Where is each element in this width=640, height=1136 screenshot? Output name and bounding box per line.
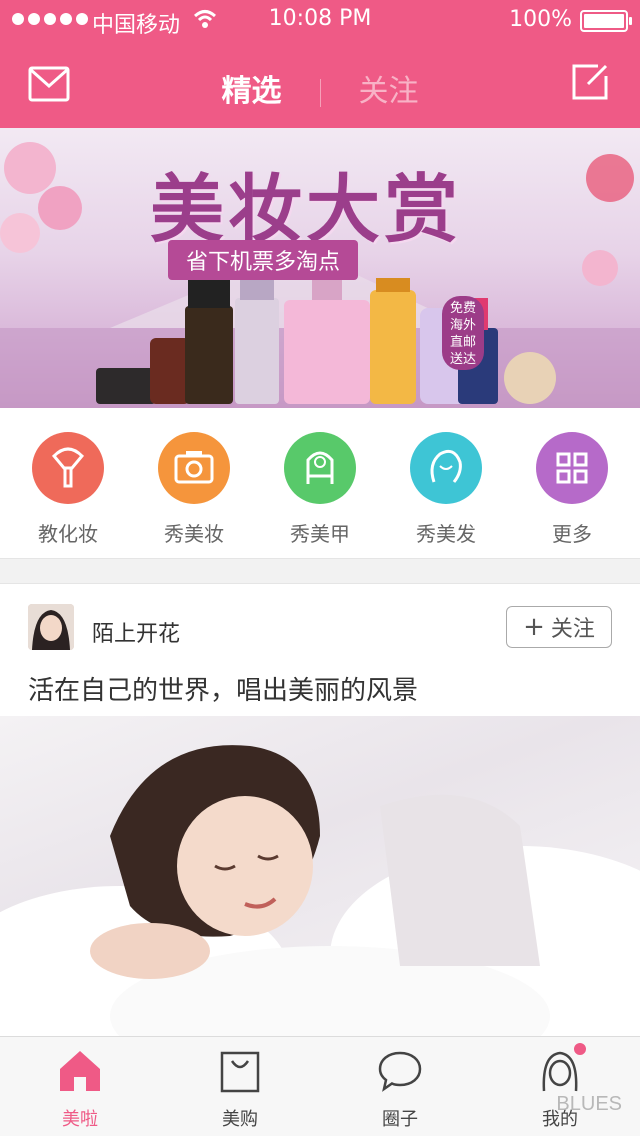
category-label: 秀美甲 [290, 522, 350, 546]
banner-badge: 免费海外直邮送达 [442, 296, 484, 370]
profile-icon [536, 1041, 588, 1095]
category-label: 秀美妆 [164, 522, 224, 546]
tab-following[interactable]: 关注 [329, 66, 449, 110]
feed-post: 陌上开花 + 关注 活在自己的世界，唱出美丽的风景 [0, 584, 640, 1038]
tab-circle[interactable]: 圈子 [320, 1047, 480, 1131]
compose-icon[interactable] [570, 62, 610, 102]
plus-icon: + [523, 612, 545, 642]
nail-icon [284, 432, 356, 504]
header-tabs: 精选 关注 [0, 66, 640, 110]
promo-banner[interactable]: 美妆大赏 省下机票多淘点 免费海外直邮送达 [0, 128, 640, 408]
home-icon [56, 1047, 104, 1095]
post-caption: 活在自己的世界，唱出美丽的风景 [28, 676, 419, 706]
status-bar: 中国移动 10:08 PM 100% [0, 0, 640, 40]
tab-profile[interactable]: 我的 [480, 1041, 640, 1131]
hair-icon [410, 432, 482, 504]
post-photo-image [0, 745, 640, 1038]
follow-button[interactable]: + 关注 [506, 606, 612, 648]
chat-bubble-icon [376, 1047, 424, 1095]
battery-percentage: 100% [509, 7, 572, 32]
tab-label: 美啦 [62, 1109, 98, 1130]
shopping-bag-icon [216, 1047, 264, 1095]
notification-dot [572, 1041, 588, 1057]
avatar[interactable] [28, 604, 74, 650]
category-show-hair[interactable]: 秀美发 [386, 432, 506, 547]
tab-shop[interactable]: 美购 [160, 1047, 320, 1131]
watermark: BLUES [556, 1093, 622, 1115]
bottom-tab-bar: 美啦 美购 圈子 我的 BLUES [0, 1036, 640, 1136]
section-divider [0, 558, 640, 584]
post-username[interactable]: 陌上开花 [92, 616, 180, 648]
category-tutorial[interactable]: 教化妆 [8, 432, 128, 547]
tab-label: 圈子 [382, 1109, 418, 1130]
tab-home[interactable]: 美啦 [0, 1047, 160, 1131]
follow-label: 关注 [550, 617, 595, 642]
category-label: 教化妆 [38, 522, 98, 546]
category-label: 秀美发 [416, 522, 476, 546]
makeup-brush-icon [32, 432, 104, 504]
camera-icon [158, 432, 230, 504]
tab-featured[interactable]: 精选 [192, 66, 312, 110]
category-show-nails[interactable]: 秀美甲 [260, 432, 380, 547]
banner-subtitle: 省下机票多淘点 [168, 240, 359, 280]
grid-icon [536, 432, 608, 504]
post-photo[interactable] [0, 716, 640, 1038]
nav-header: 精选 关注 [0, 40, 640, 128]
battery-icon [580, 10, 632, 32]
tab-label: 美购 [222, 1109, 258, 1130]
category-label: 更多 [552, 522, 592, 546]
category-row: 教化妆 秀美妆 秀美甲 秀美发 更多 [0, 408, 640, 558]
category-show-makeup[interactable]: 秀美妆 [134, 432, 254, 547]
category-more[interactable]: 更多 [512, 432, 632, 547]
tab-divider [319, 78, 321, 107]
